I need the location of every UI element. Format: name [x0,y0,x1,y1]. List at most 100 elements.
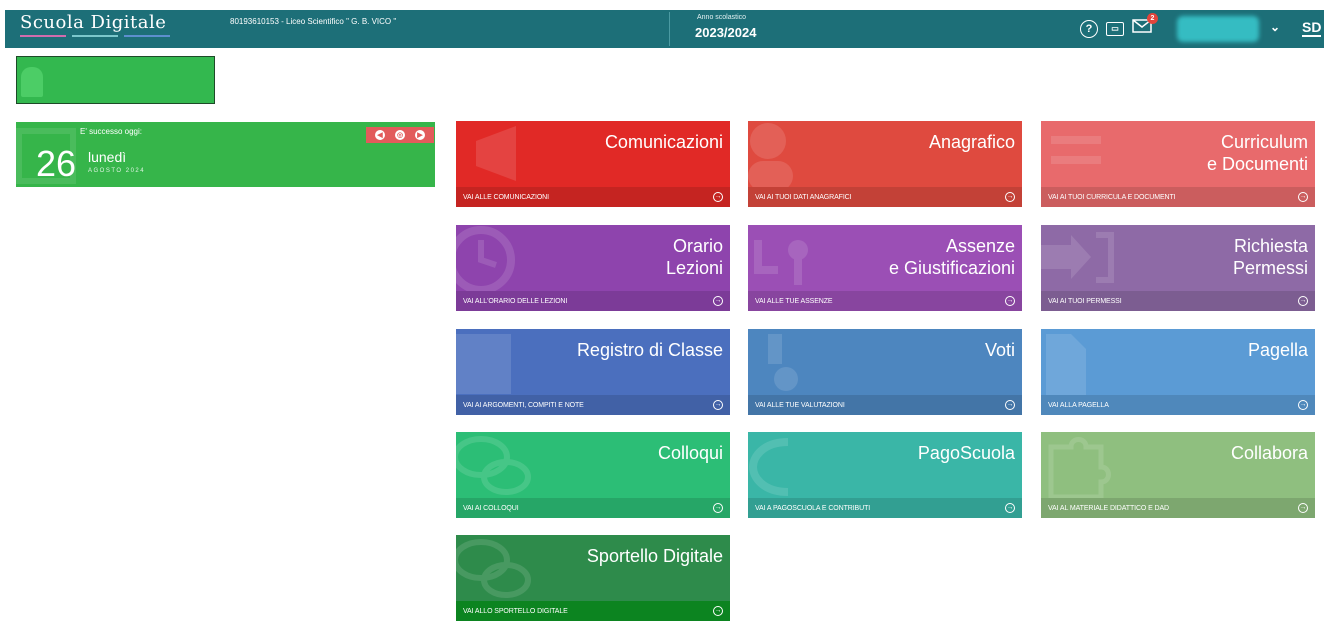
chevron-down-icon[interactable]: ⌄ [1270,20,1280,34]
tile-footer: VAI A PAGOSCUOLA E CONTRIBUTI → [748,498,1022,518]
today-month: AGOSTO 2024 [88,168,146,174]
tile-footer: VAI ALLE TUE VALUTAZIONI → [748,395,1022,415]
arrow-right-icon[interactable]: → [1298,400,1308,410]
tile-colloqui[interactable]: Colloqui VAI AI COLLOQUI → [456,432,730,518]
arrow-right-icon[interactable]: → [1005,296,1015,306]
exit-icon [1041,232,1114,283]
tile-title: Colloqui [657,443,723,463]
user-name-redacted[interactable] [1177,16,1259,42]
today-weekday: lunedì [88,149,127,165]
tile-footer: VAI AI TUOI PERMESSI → [1041,291,1315,311]
tile-title: PagoScuola [917,443,1015,463]
arrow-right-icon[interactable]: → [1005,400,1015,410]
tile-link[interactable]: VAI ALLA PAGELLA [1048,402,1109,409]
tile-title: Anagrafico [928,132,1015,152]
tile-link[interactable]: VAI ALLE COMUNICAZIONI [463,194,549,201]
tile-voti[interactable]: Voti VAI ALLE TUE VALUTAZIONI → [748,329,1022,415]
tile-comunicazioni[interactable]: Comunicazioni VAI ALLE COMUNICAZIONI → [456,121,730,207]
arrow-right-icon[interactable]: → [1298,296,1308,306]
mail-button[interactable]: 2 [1132,13,1158,38]
tile-link[interactable]: VAI ALLE TUE VALUTAZIONI [755,402,845,409]
tile-link[interactable]: VAI ALL'ORARIO DELLE LEZIONI [463,298,567,305]
user-initials[interactable]: SD [1302,20,1322,37]
tile-title: Pagella [1247,340,1308,360]
brand-underline [20,35,170,37]
help-icon[interactable]: ? [1080,19,1098,38]
arrow-right-icon[interactable]: → [713,606,723,616]
tile-title: Assenze e Giustificazioni [888,236,1015,278]
tile-footer: VAI ALLE TUE ASSENZE → [748,291,1022,311]
euro-icon [748,438,789,496]
key-icon [754,240,808,285]
top-icons: ? ▭ 2 [1080,13,1158,38]
arrow-right-icon[interactable]: → [1005,503,1015,513]
grade-icon [768,334,798,391]
tile-footer: VAI AI TUOI CURRICULA E DOCUMENTI → [1041,187,1315,207]
tile-link[interactable]: VAI AI ARGOMENTI, COMPITI E NOTE [463,402,584,409]
tile-orario[interactable]: Orario Lezioni VAI ALL'ORARIO DELLE LEZI… [456,225,730,311]
tile-footer: VAI ALLE COMUNICAZIONI → [456,187,730,207]
chat-icon [456,436,531,495]
tile-curriculum[interactable]: Curriculum e Documenti VAI AI TUOI CURRI… [1041,121,1315,207]
today-nav: ◀ ◎ ▶ [366,127,434,143]
tile-link[interactable]: VAI ALLE TUE ASSENZE [755,298,833,305]
brand-logo[interactable]: Scuola Digitale [20,12,166,33]
tile-pagella[interactable]: Pagella VAI ALLA PAGELLA → [1041,329,1315,415]
clock-icon [456,226,515,291]
report-card-icon [1046,334,1086,395]
school-name: 80193610153 - Liceo Scientifico " G. B. … [230,17,397,26]
tile-collabora[interactable]: Collabora VAI AL MATERIALE DIDATTICO E D… [1041,432,1315,518]
tile-title: Sportello Digitale [586,546,723,566]
arrow-right-icon[interactable]: → [713,503,723,513]
tile-link[interactable]: VAI AI TUOI DATI ANAGRAFICI [755,194,852,201]
tile-link[interactable]: VAI ALLO SPORTELLO DIGITALE [463,608,568,615]
tile-permessi[interactable]: Richiesta Permessi VAI AI TUOI PERMESSI → [1041,225,1315,311]
mail-badge: 2 [1147,13,1158,24]
megaphone-icon [476,126,516,181]
tile-footer: VAI AL MATERIALE DIDATTICO E DAD → [1041,498,1315,518]
tile-title: Registro di Classe [576,340,723,360]
today-day: 26 [36,143,77,184]
person-icon [748,123,793,187]
chat-icon [456,539,531,598]
profile-banner-redacted [16,56,215,104]
tile-link[interactable]: VAI A PAGOSCUOLA E CONTRIBUTI [755,505,870,512]
tile-pagoscuola[interactable]: PagoScuola VAI A PAGOSCUOLA E CONTRIBUTI… [748,432,1022,518]
school-year-caption: Anno scolastico [697,14,747,21]
next-day-icon[interactable]: ▶ [415,130,425,140]
arrow-right-icon[interactable]: → [1005,192,1015,202]
arrow-right-icon[interactable]: → [713,296,723,306]
tile-title: Voti [984,340,1015,360]
arrow-right-icon[interactable]: → [1298,503,1308,513]
arrow-right-icon[interactable]: → [1298,192,1308,202]
today-icon[interactable]: ◎ [395,130,405,140]
tile-anagrafico[interactable]: Anagrafico VAI AI TUOI DATI ANAGRAFICI → [748,121,1022,207]
puzzle-icon [1048,437,1111,498]
tile-sportello[interactable]: Sportello Digitale VAI ALLO SPORTELLO DI… [456,535,730,621]
tile-title: Curriculum e Documenti [1206,132,1308,174]
tile-footer: VAI ALLO SPORTELLO DIGITALE → [456,601,730,621]
arrow-right-icon[interactable]: → [713,192,723,202]
tile-footer: VAI AI ARGOMENTI, COMPITI E NOTE → [456,395,730,415]
arrow-right-icon[interactable]: → [713,400,723,410]
tile-registro[interactable]: Registro di Classe VAI AI ARGOMENTI, COM… [456,329,730,415]
today-caption: E' successo oggi: [80,127,143,136]
tile-link[interactable]: VAI AI COLLOQUI [463,505,519,512]
tile-title: Collabora [1230,443,1308,463]
tile-link[interactable]: VAI AL MATERIALE DIDATTICO E DAD [1048,505,1169,512]
tile-title: Comunicazioni [604,132,723,152]
person-icon [21,67,43,97]
today-widget: E' successo oggi: 26 lunedì AGOSTO 2024 … [16,122,435,187]
tile-footer: VAI ALLA PAGELLA → [1041,395,1315,415]
tile-footer: VAI ALL'ORARIO DELLE LEZIONI → [456,291,730,311]
tile-title: Richiesta Permessi [1232,236,1308,278]
school-year-value[interactable]: 2023/2024 [695,25,756,40]
document-icon [1051,136,1101,164]
tile-assenze[interactable]: Assenze e Giustificazioni VAI ALLE TUE A… [748,225,1022,311]
prev-day-icon[interactable]: ◀ [375,130,385,140]
tile-link[interactable]: VAI AI TUOI PERMESSI [1048,298,1122,305]
tile-link[interactable]: VAI AI TUOI CURRICULA E DOCUMENTI [1048,194,1176,201]
tile-footer: VAI AI COLLOQUI → [456,498,730,518]
divider [669,12,670,46]
card-icon[interactable]: ▭ [1106,21,1124,36]
